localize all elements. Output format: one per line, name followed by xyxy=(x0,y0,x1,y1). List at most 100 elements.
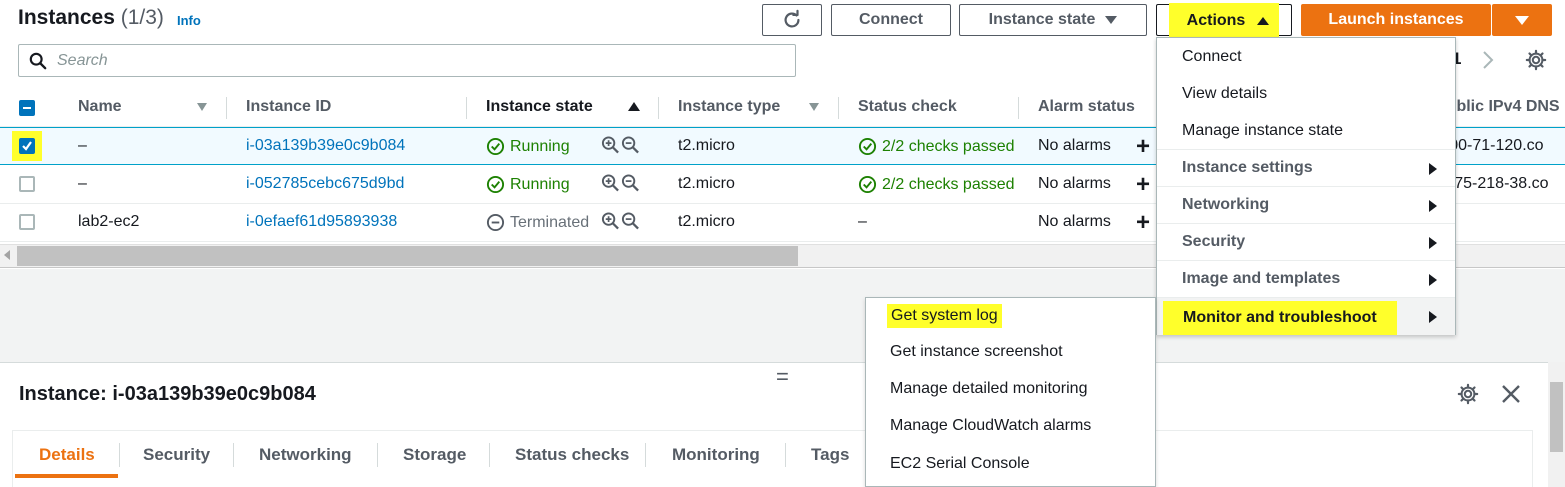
chevron-right-icon xyxy=(1429,200,1437,212)
tab-divider xyxy=(377,443,378,467)
instance-id-link[interactable]: i-0efaef61d95893938 xyxy=(246,213,397,231)
selection-count: (1/3) xyxy=(120,6,164,29)
check-circle-icon xyxy=(486,137,505,156)
actions-menu: Connect View details Manage instance sta… xyxy=(1156,37,1456,335)
tab-divider xyxy=(489,443,490,467)
tab-divider xyxy=(785,443,786,467)
scrollbar-thumb[interactable] xyxy=(17,246,798,266)
chevron-right-icon xyxy=(1429,311,1437,323)
zoom-in-icon[interactable] xyxy=(601,172,620,194)
details-title: Instance: i-03a139b39e0c9b084 xyxy=(19,383,316,405)
menu-group-label: Image and templates xyxy=(1182,270,1341,287)
tab-divider xyxy=(119,443,120,467)
tab-divider xyxy=(645,443,646,467)
select-all-checkbox[interactable] xyxy=(19,100,35,116)
add-alarm-icon[interactable]: + xyxy=(1136,209,1150,237)
scroll-left-icon[interactable] xyxy=(4,250,10,260)
check-circle-icon xyxy=(858,175,877,194)
zoom-in-icon[interactable] xyxy=(601,210,620,232)
row-checkbox[interactable] xyxy=(19,214,35,230)
chevron-down-icon xyxy=(1515,15,1529,25)
alarm-status: No alarms xyxy=(1038,137,1111,154)
col-instance-state[interactable]: Instance state xyxy=(486,98,593,116)
sort-ascending-icon[interactable] xyxy=(628,102,640,111)
add-alarm-icon[interactable]: + xyxy=(1136,133,1150,161)
zoom-controls[interactable] xyxy=(601,210,640,232)
instance-type: t2.micro xyxy=(678,137,735,154)
chevron-up-icon xyxy=(1257,17,1270,25)
submenu-item-serial-console[interactable]: EC2 Serial Console xyxy=(890,455,1030,473)
actions-button[interactable]: Actions xyxy=(1156,3,1292,39)
search-box[interactable] xyxy=(18,44,796,77)
resize-handle-icon[interactable]: = xyxy=(776,364,789,390)
col-name[interactable]: Name xyxy=(78,98,122,116)
col-status-check[interactable]: Status check xyxy=(858,98,957,116)
menu-item-view-details[interactable]: View details xyxy=(1157,75,1455,112)
instance-type: t2.micro xyxy=(678,213,735,230)
chevron-down-icon xyxy=(1105,16,1118,24)
alarm-status: No alarms xyxy=(1038,175,1111,192)
menu-group-monitor-troubleshoot[interactable]: Monitor and troubleshoot xyxy=(1157,297,1455,335)
panel-settings-icon[interactable] xyxy=(1457,383,1479,410)
col-instance-type[interactable]: Instance type xyxy=(678,98,780,116)
alarm-status: No alarms xyxy=(1038,213,1111,230)
tab-networking[interactable]: Networking xyxy=(259,445,352,465)
tab-status-checks[interactable]: Status checks xyxy=(515,445,629,465)
details-tabs: Details Security Networking Storage Stat… xyxy=(12,430,1533,487)
refresh-icon xyxy=(784,9,800,28)
column-divider xyxy=(658,97,659,119)
col-alarm-status[interactable]: Alarm status xyxy=(1038,98,1135,116)
submenu-item-screenshot[interactable]: Get instance screenshot xyxy=(890,343,1063,361)
tab-details[interactable]: Details xyxy=(39,445,95,465)
submenu-item-detailed-monitoring[interactable]: Manage detailed monitoring xyxy=(890,380,1087,398)
check-circle-icon xyxy=(486,175,505,194)
instance-id-link[interactable]: i-052785cebc675d9bd xyxy=(246,175,404,193)
menu-group-security[interactable]: Security xyxy=(1157,223,1455,260)
zoom-controls[interactable] xyxy=(601,172,640,194)
submenu-item-cloudwatch-alarms[interactable]: Manage CloudWatch alarms xyxy=(890,417,1091,435)
tab-security[interactable]: Security xyxy=(143,445,210,465)
instance-state: Running xyxy=(486,175,570,194)
col-instance-id[interactable]: Instance ID xyxy=(246,98,331,116)
refresh-button[interactable] xyxy=(762,4,822,36)
add-alarm-icon[interactable]: + xyxy=(1136,171,1150,199)
chevron-right-icon xyxy=(1429,237,1437,249)
state-label: Running xyxy=(510,137,570,155)
zoom-out-icon[interactable] xyxy=(621,172,640,194)
tab-storage[interactable]: Storage xyxy=(403,445,466,465)
menu-item-connect[interactable]: Connect xyxy=(1157,38,1455,75)
sort-icon[interactable] xyxy=(197,103,207,111)
submenu-item-system-log[interactable]: Get system log xyxy=(887,304,1002,328)
tab-tags[interactable]: Tags xyxy=(811,445,849,465)
close-icon[interactable] xyxy=(1500,383,1522,410)
instance-state-button[interactable]: Instance state xyxy=(959,4,1147,36)
column-divider xyxy=(466,97,467,119)
gear-icon[interactable] xyxy=(1525,49,1547,76)
menu-group-image-templates[interactable]: Image and templates xyxy=(1157,260,1455,297)
instance-name: – xyxy=(78,175,87,192)
launch-instances-button[interactable]: Launch instances xyxy=(1301,4,1491,36)
zoom-out-icon[interactable] xyxy=(621,210,640,232)
search-input[interactable] xyxy=(57,51,757,70)
terminated-icon xyxy=(486,213,505,232)
actions-label: Actions xyxy=(1186,12,1246,29)
connect-button[interactable]: Connect xyxy=(831,4,951,36)
next-page-icon[interactable] xyxy=(1481,50,1495,75)
tab-monitoring[interactable]: Monitoring xyxy=(672,445,760,465)
menu-group-networking[interactable]: Networking xyxy=(1157,186,1455,223)
info-link[interactable]: Info xyxy=(177,13,201,28)
row-checkbox[interactable] xyxy=(19,138,35,154)
launch-options-button[interactable] xyxy=(1492,4,1552,36)
vertical-scrollbar-thumb[interactable] xyxy=(1550,382,1563,452)
zoom-controls[interactable] xyxy=(601,134,640,156)
row-checkbox[interactable] xyxy=(19,176,35,192)
zoom-out-icon[interactable] xyxy=(621,134,640,156)
instance-id-link[interactable]: i-03a139b39e0c9b084 xyxy=(246,137,405,155)
menu-group-instance-settings[interactable]: Instance settings xyxy=(1157,149,1455,186)
menu-item-manage-state[interactable]: Manage instance state xyxy=(1157,112,1455,149)
instance-name: – xyxy=(78,137,87,154)
status-check: – xyxy=(858,213,867,230)
search-icon xyxy=(29,52,47,69)
sort-icon[interactable] xyxy=(809,103,819,111)
zoom-in-icon[interactable] xyxy=(601,134,620,156)
